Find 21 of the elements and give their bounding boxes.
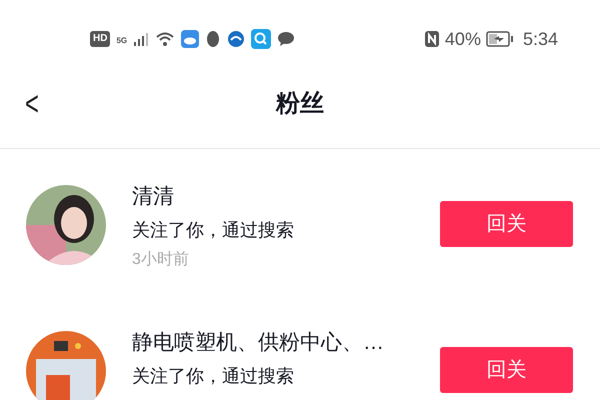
page-title: 粉丝 — [276, 88, 324, 118]
signal-icon — [133, 31, 150, 47]
follow-back-button[interactable]: 回关 — [440, 347, 573, 393]
wifi-icon — [155, 31, 176, 47]
hd-indicator: HD — [90, 31, 110, 47]
battery-charging-icon — [486, 31, 514, 47]
wave-icon — [227, 30, 246, 48]
cloud-icon — [181, 30, 200, 48]
search-icon — [251, 29, 272, 49]
follow-message: 关注了你，通过搜索 — [132, 219, 295, 242]
chat-icon — [277, 31, 296, 47]
follow-message: 关注了你，通过搜索 — [132, 365, 295, 388]
follower-name: 静电喷塑机、供粉中心、… — [132, 330, 385, 356]
clock-time: 5:34 — [522, 28, 558, 50]
nfc-icon — [424, 30, 440, 48]
back-button[interactable]: < — [24, 86, 39, 120]
network-label: 5G — [116, 35, 128, 47]
follower-name: 清清 — [132, 184, 175, 210]
time-ago: 3小时前 — [132, 250, 190, 270]
battery-percentage: 40% — [444, 28, 481, 50]
follow-back-button[interactable]: 回关 — [440, 201, 573, 247]
